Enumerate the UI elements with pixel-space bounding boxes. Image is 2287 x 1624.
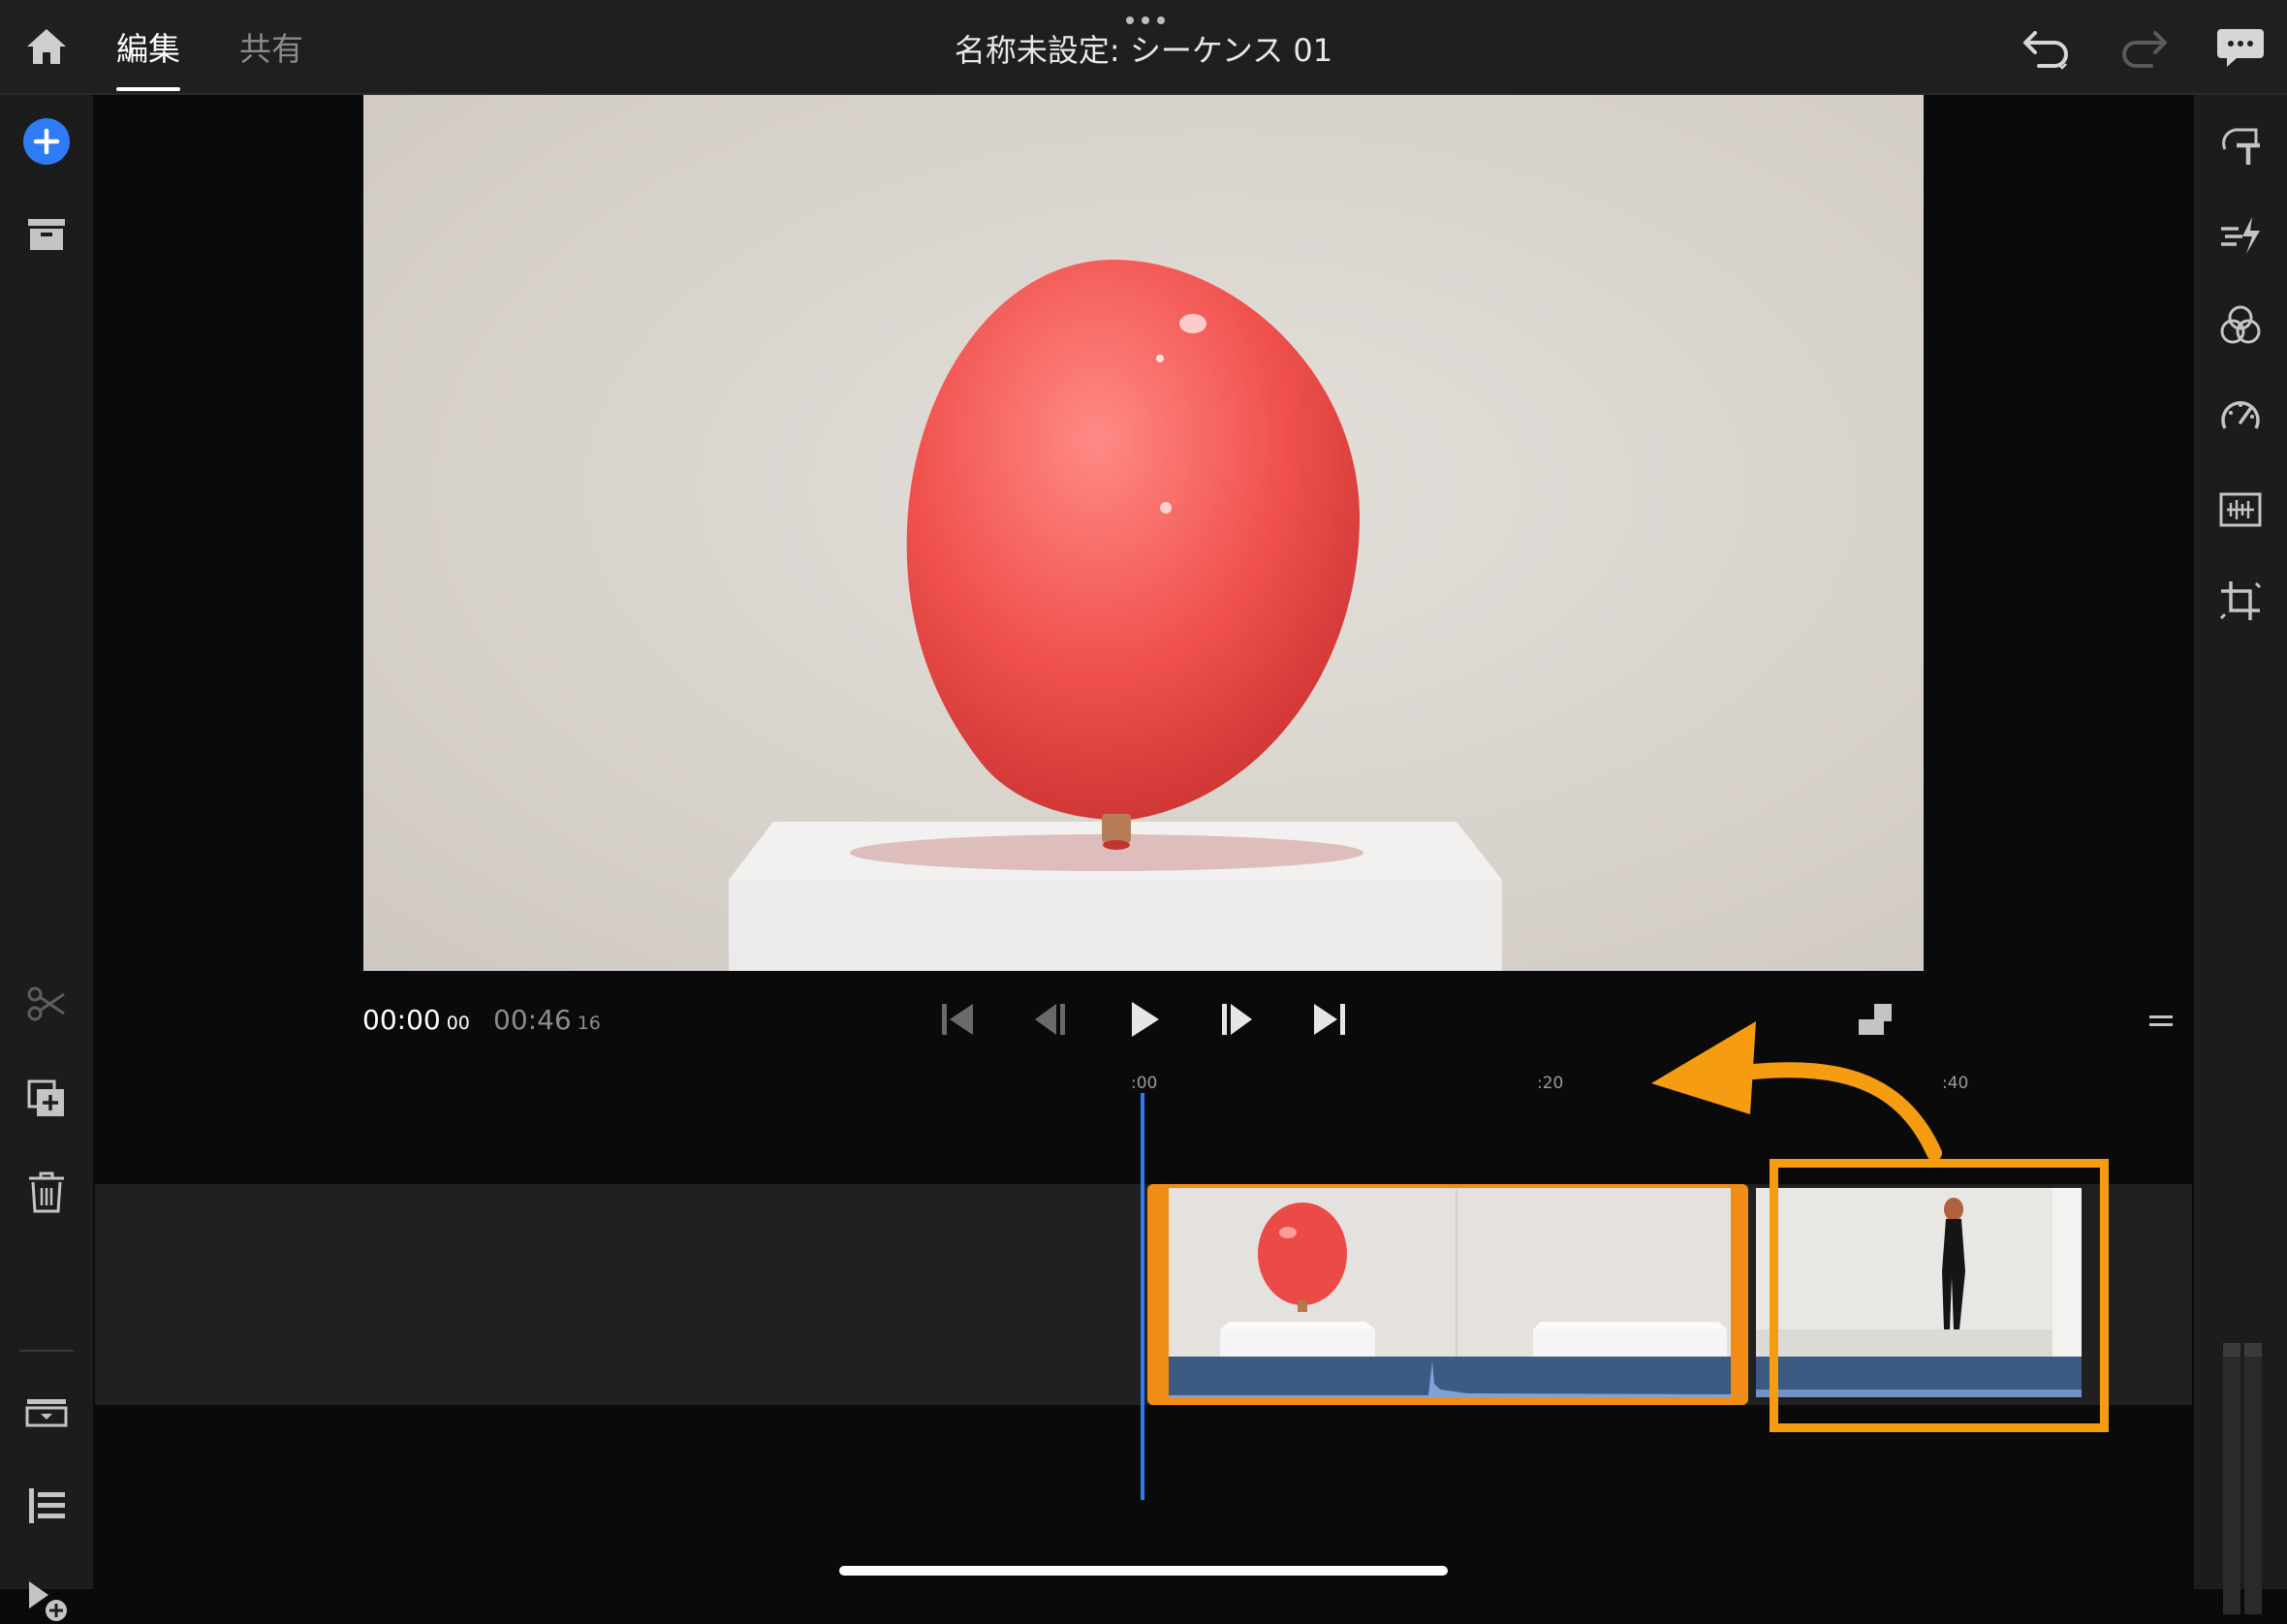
split-clip-icon[interactable] [23,981,70,1027]
undo-icon[interactable] [2021,25,2072,70]
go-to-start-icon[interactable] [938,998,977,1041]
active-tab-underline [116,87,180,91]
current-time: 00:00 [362,1004,441,1036]
right-toolbar [2194,95,2287,1614]
duplicate-icon[interactable] [23,1076,70,1122]
audio-meter-left [2223,1343,2240,1614]
ruler-label-0: :00 [1131,1074,1158,1093]
current-timecode: 00:00 00 [362,1004,470,1036]
go-to-end-icon[interactable] [1310,998,1349,1041]
add-clip-icon[interactable] [23,1577,70,1624]
audio-meter-right [2244,1343,2262,1614]
audio-icon[interactable] [2217,486,2264,533]
playhead[interactable] [1141,1093,1144,1500]
clip-thumbnail-balloon [1169,1188,1731,1397]
crop-icon[interactable] [2217,578,2264,624]
clip-stack-icon[interactable] [23,1390,70,1436]
sequence-title[interactable]: 名称未設定: シーケンス 01 [0,26,2287,71]
left-toolbar [0,95,93,1621]
duration-timecode: 00:46 16 [493,1004,601,1036]
top-bar: 編集 共有 名称未設定: シーケンス 01 [0,0,2287,95]
highlight-annotation-box [1770,1159,2109,1432]
track-list-icon[interactable] [23,1483,70,1529]
speed-icon[interactable] [2217,391,2264,438]
project-panel-icon[interactable] [23,211,70,258]
redo-icon[interactable] [2118,25,2169,70]
step-forward-icon[interactable] [1217,998,1256,1041]
more-options-icon[interactable] [1124,16,1167,25]
timeline-clip-balloon[interactable] [1147,1184,1748,1405]
duration-frames: 16 [577,1013,601,1034]
preview-frame-balloon [363,95,1924,971]
text-icon[interactable] [2217,122,2264,169]
step-back-icon[interactable] [1031,998,1070,1041]
comments-icon[interactable] [2215,25,2266,70]
drag-arrow-annotation [1651,1021,1942,1161]
delete-icon[interactable] [23,1169,70,1215]
home-indicator [839,1566,1448,1576]
current-frames: 00 [446,1013,470,1034]
add-media-icon[interactable] [23,118,70,165]
video-preview[interactable] [363,95,1924,971]
ruler-label-20: :20 [1537,1074,1564,1093]
duration-time: 00:46 [493,1004,572,1036]
play-icon[interactable] [1124,998,1163,1041]
transition-icon[interactable] [2217,211,2264,258]
sidebar-divider [19,1350,74,1352]
color-icon[interactable] [2217,302,2264,349]
timeline-menu-icon[interactable] [2144,998,2182,1041]
